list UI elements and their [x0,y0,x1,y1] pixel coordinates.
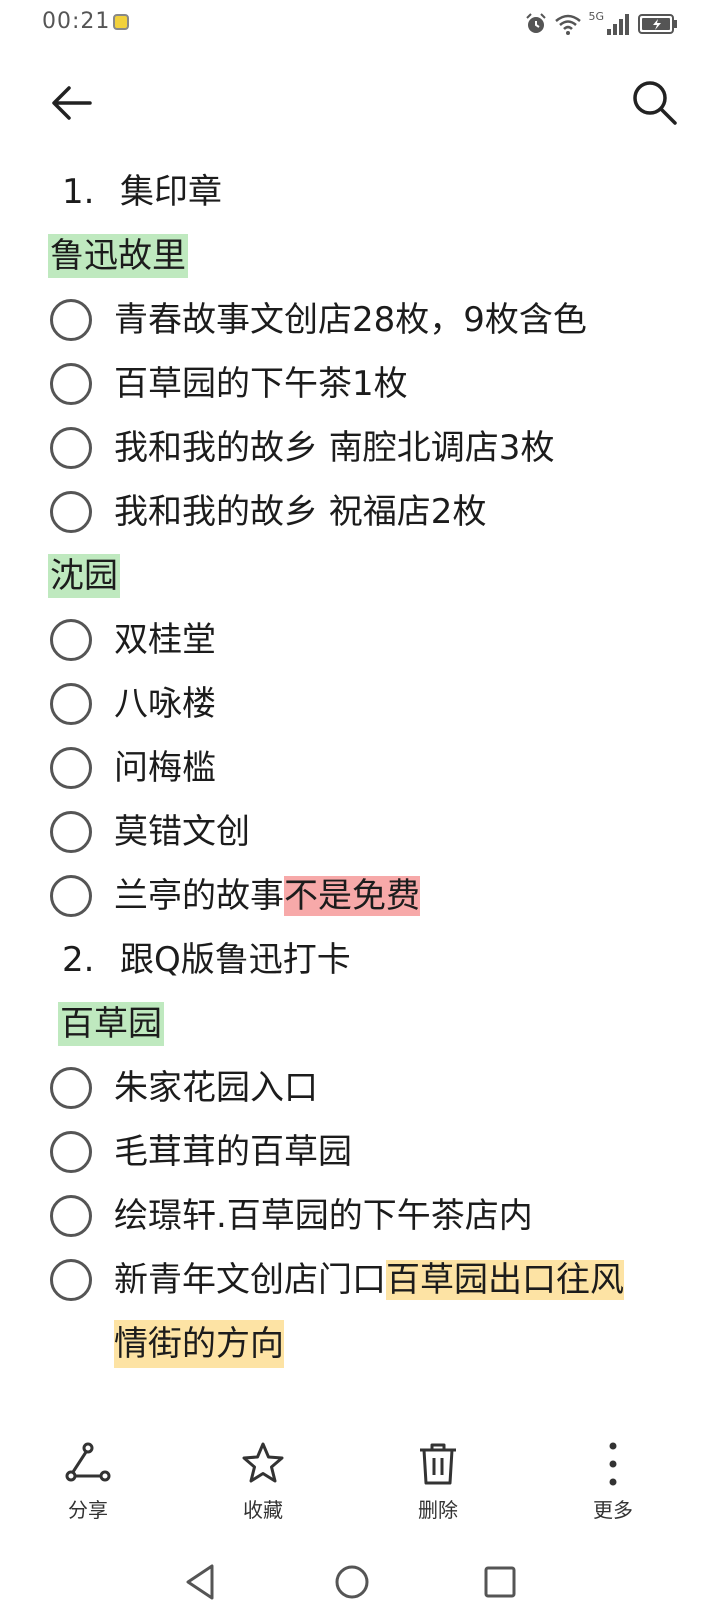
checklist-item-text: 新青年文创店门口百草园出口往风 [114,1256,624,1304]
group-label: 百草园 [58,1002,164,1046]
nav-home-circle-icon [335,1565,369,1599]
checkbox-circle[interactable] [50,1067,92,1109]
checklist-item-text: 双桂堂 [114,620,216,660]
system-navigation-bar [0,1550,720,1612]
nav-home-button[interactable] [330,1560,374,1604]
search-icon [633,81,677,125]
checkbox-circle[interactable] [50,491,92,533]
back-button[interactable] [46,76,100,130]
checklist-item: 百草园的下午茶1枚 [0,352,720,416]
checkbox-circle[interactable] [50,427,92,469]
group-label: 沈园 [48,554,120,598]
checklist-item-text: 兰亭的故事不是免费 [114,872,420,920]
group-label-row: 沈园 [0,544,720,608]
group-label: 鲁迅故里 [48,234,188,278]
checkbox-circle[interactable] [50,1131,92,1173]
checklist-item: 双桂堂 [0,608,720,672]
notification-app-icon [113,14,129,30]
status-time: 00:21 [42,9,111,34]
checklist-item: 新青年文创店门口百草园出口往风 [0,1248,720,1312]
yellow-highlight-text: 百草园出口往风 [386,1260,624,1300]
group-label-row: 鲁迅故里 [0,224,720,288]
checklist-item-text: 毛茸茸的百草园 [114,1132,352,1172]
section-number: 2. [62,940,95,980]
nav-back-button[interactable] [180,1560,224,1604]
share-icon [65,1442,111,1482]
status-bar: 00:21 5G [0,0,720,48]
red-highlight-text: 不是免费 [284,876,420,916]
delete-button[interactable]: 删除 [378,1440,498,1530]
alarm-icon [526,13,547,33]
bottom-toolbar: 分享 收藏 删除 更多 [0,1440,720,1530]
checklist-item-continuation: 情街的方向 [0,1312,720,1376]
checkbox-circle[interactable] [50,1195,92,1237]
network-type-label: 5G [588,10,604,23]
checklist-item-text: 问梅槛 [114,748,216,788]
checklist-item: 朱家花园入口 [0,1056,720,1120]
checklist-item-text: 绘璟轩.百草园的下午茶店内 [114,1196,533,1236]
nav-recents-button[interactable] [478,1560,522,1604]
arrow-left-icon [52,86,92,120]
checklist-item-text: 莫错文创 [114,812,250,852]
nav-recents-square-icon [484,1566,516,1598]
checklist-item-text: 我和我的故乡 祝福店2枚 [114,492,487,532]
checklist-item: 问梅槛 [0,736,720,800]
wifi-icon [555,14,582,35]
checklist-item-text: 八咏楼 [114,684,216,724]
more-button[interactable]: 更多 [553,1440,673,1530]
favorite-button[interactable]: 收藏 [203,1440,323,1530]
checklist-item: 兰亭的故事不是免费 [0,864,720,928]
section-heading-1: 1. 集印章 [0,160,720,224]
favorite-label: 收藏 [243,1498,283,1522]
delete-label: 删除 [418,1498,458,1522]
section-number: 1. [62,172,95,212]
checkbox-circle[interactable] [50,299,92,341]
nav-back-triangle-icon [186,1564,214,1600]
checklist-item-text: 我和我的故乡 南腔北调店3枚 [114,428,555,468]
item-text-plain: 新青年文创店门口 [114,1260,386,1300]
section-title: 跟Q版鲁迅打卡 [120,940,351,980]
section-heading-2: 2. 跟Q版鲁迅打卡 [0,928,720,992]
trash-icon [420,1443,456,1485]
more-vertical-icon [609,1442,617,1486]
group-label-row: 百草园 [0,992,720,1056]
more-label: 更多 [593,1498,633,1522]
checklist-item: 毛茸茸的百草园 [0,1120,720,1184]
checkbox-circle[interactable] [50,1259,92,1301]
checkbox-circle[interactable] [50,363,92,405]
checkbox-circle[interactable] [50,747,92,789]
checklist-item: 我和我的故乡 祝福店2枚 [0,480,720,544]
checkbox-circle[interactable] [50,811,92,853]
star-icon [242,1442,284,1483]
share-label: 分享 [68,1498,108,1522]
search-button[interactable] [628,76,682,130]
signal-icon [607,14,629,35]
checklist-item-text: 朱家花园入口 [114,1068,318,1108]
battery-charging-icon [638,14,677,34]
checkbox-circle[interactable] [50,683,92,725]
share-button[interactable]: 分享 [28,1440,148,1530]
checklist-item: 莫错文创 [0,800,720,864]
checklist-item-text: 百草园的下午茶1枚 [114,364,408,404]
item-text-plain: 兰亭的故事 [114,876,284,916]
checkbox-circle[interactable] [50,619,92,661]
checkbox-circle[interactable] [50,875,92,917]
checklist-item: 八咏楼 [0,672,720,736]
checklist-item-text: 青春故事文创店28枚，9枚含色 [114,300,587,340]
checklist-item: 我和我的故乡 南腔北调店3枚 [0,416,720,480]
status-icons: 5G [524,10,678,38]
checklist-item: 绘璟轩.百草园的下午茶店内 [0,1184,720,1248]
yellow-highlight-text: 情街的方向 [114,1320,284,1368]
section-title: 集印章 [120,172,222,212]
checklist-item: 青春故事文创店28枚，9枚含色 [0,288,720,352]
